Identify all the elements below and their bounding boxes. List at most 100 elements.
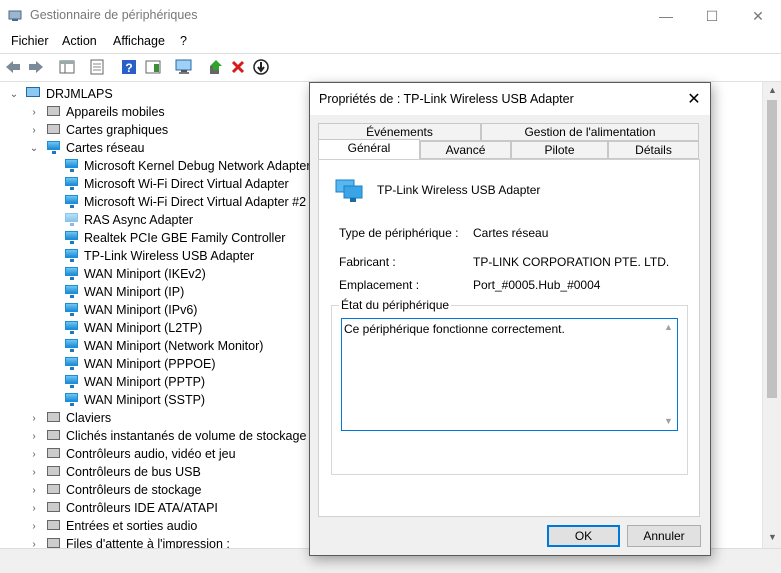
tree-device-item[interactable]: WAN Miniport (L2TP) — [64, 319, 202, 337]
network-adapter-icon — [64, 285, 80, 299]
tree-category-item[interactable]: › Files d'attente à l'impression : — [28, 535, 230, 548]
chevron-down-icon[interactable]: ⌄ — [8, 88, 20, 100]
menu-help[interactable]: ? — [180, 34, 187, 48]
tree-item-label: Contrôleurs de bus USB — [66, 465, 201, 479]
maximize-icon: ☐ — [705, 7, 719, 24]
tree-item-label: Cartes graphiques — [66, 123, 169, 137]
tree-device-item[interactable]: WAN Miniport (IPv6) — [64, 301, 197, 319]
category-icon — [46, 501, 62, 515]
category-icon — [46, 141, 62, 155]
chevron-down-icon[interactable]: ⌄ — [28, 142, 40, 154]
properties-button[interactable] — [88, 58, 106, 76]
category-icon — [46, 465, 62, 479]
menu-action[interactable]: Action — [62, 34, 97, 48]
menu-affichage[interactable]: Affichage — [113, 34, 165, 48]
action-pane-icon — [145, 60, 161, 74]
tree-device-item[interactable]: WAN Miniport (IKEv2) — [64, 265, 206, 283]
minimize-icon: — — [659, 8, 673, 24]
chevron-right-icon[interactable]: › — [28, 106, 40, 118]
tree-item-label: Microsoft Wi-Fi Direct Virtual Adapter — [84, 177, 289, 191]
tab-avance[interactable]: Avancé — [420, 141, 511, 159]
back-button[interactable] — [4, 58, 22, 76]
chevron-right-icon[interactable]: › — [28, 412, 40, 424]
scroll-up-icon[interactable]: ▲ — [768, 85, 777, 95]
menu-bar: Fichier Action Affichage ? — [0, 32, 781, 52]
tree-category-item[interactable]: › Contrôleurs de stockage — [28, 481, 202, 499]
scroll-up-icon[interactable]: ▲ — [664, 322, 673, 332]
uninstall-device-button[interactable] — [229, 58, 247, 76]
network-adapter-icon — [64, 303, 80, 317]
chevron-right-icon[interactable]: › — [28, 448, 40, 460]
tree-category-item[interactable]: › Entrées et sorties audio — [28, 517, 197, 535]
tree-device-item[interactable]: WAN Miniport (IP) — [64, 283, 184, 301]
tab-gestion-alimentation[interactable]: Gestion de l'alimentation — [481, 123, 699, 141]
tree-category-item[interactable]: › Claviers — [28, 409, 111, 427]
dialog-title: Propriétés de : TP-Link Wireless USB Ada… — [319, 92, 574, 106]
network-adapter-icon — [64, 213, 80, 227]
scan-hardware-button[interactable] — [175, 58, 193, 76]
tab-details[interactable]: Détails — [608, 141, 699, 159]
update-driver-button[interactable] — [207, 58, 225, 76]
tree-device-item[interactable]: WAN Miniport (PPPOE) — [64, 355, 216, 373]
chevron-right-icon[interactable]: › — [28, 124, 40, 136]
menu-fichier[interactable]: Fichier — [11, 34, 49, 48]
minimize-button[interactable]: — — [643, 0, 689, 32]
tree-device-item[interactable]: WAN Miniport (PPTP) — [64, 373, 205, 391]
tree-device-item[interactable]: RAS Async Adapter — [64, 211, 193, 229]
chevron-right-icon[interactable]: › — [28, 466, 40, 478]
category-icon — [46, 123, 62, 137]
tree-category-item[interactable]: › Contrôleurs de bus USB — [28, 463, 201, 481]
chevron-right-icon[interactable]: › — [28, 520, 40, 532]
scroll-down-icon[interactable]: ▼ — [768, 532, 777, 542]
scrollbar-thumb[interactable] — [767, 100, 777, 398]
tree-device-item[interactable]: Microsoft Wi-Fi Direct Virtual Adapter #… — [64, 193, 306, 211]
tree-item-label: RAS Async Adapter — [84, 213, 194, 227]
forward-arrow-icon — [29, 61, 43, 73]
tree-device-item[interactable]: Microsoft Kernel Debug Network Adapter — [64, 157, 311, 175]
ok-button[interactable]: OK — [547, 525, 620, 547]
tree-category-item[interactable]: ⌄ Cartes réseau — [28, 139, 145, 157]
chevron-right-icon[interactable]: › — [28, 538, 40, 549]
show-hide-console-tree-button[interactable] — [58, 58, 76, 76]
red-x-icon — [231, 60, 245, 74]
disable-device-button[interactable] — [252, 58, 270, 76]
tree-item-label: Appareils mobiles — [66, 105, 165, 119]
device-status-text: Ce périphérique fonctionne correctement. — [344, 322, 565, 336]
scroll-down-icon[interactable]: ▼ — [664, 416, 673, 426]
tree-device-item[interactable]: Microsoft Wi-Fi Direct Virtual Adapter — [64, 175, 289, 193]
tree-category-item[interactable]: › Clichés instantanés de volume de stocka… — [28, 427, 306, 445]
tree-item-label: Microsoft Kernel Debug Network Adapter — [84, 159, 311, 173]
tree-device-item[interactable]: Realtek PCIe GBE Family Controller — [64, 229, 285, 247]
close-button[interactable]: ✕ — [735, 0, 781, 32]
category-icon — [46, 519, 62, 533]
tree-item-label: WAN Miniport (IPv6) — [84, 303, 198, 317]
tree-item-label: Contrôleurs de stockage — [66, 483, 202, 497]
svg-text:?: ? — [125, 61, 132, 75]
action-pane-button[interactable] — [144, 58, 162, 76]
toolbar: ? — [0, 53, 781, 82]
forward-button[interactable] — [27, 58, 45, 76]
tree-root[interactable]: ⌄ DRJMLAPS — [8, 85, 113, 103]
tree-category-item[interactable]: › Cartes graphiques — [28, 121, 168, 139]
tree-device-item[interactable]: TP-Link Wireless USB Adapter — [64, 247, 254, 265]
chevron-right-icon[interactable]: › — [28, 484, 40, 496]
tree-category-item[interactable]: › Contrôleurs audio, vidéo et jeu — [28, 445, 235, 463]
tree-category-item[interactable]: › Contrôleurs IDE ATA/ATAPI — [28, 499, 218, 517]
device-manager-icon — [8, 10, 22, 21]
tree-device-item[interactable]: WAN Miniport (SSTP) — [64, 391, 205, 409]
device-status-label: État du périphérique — [339, 298, 452, 312]
chevron-right-icon[interactable]: › — [28, 502, 40, 514]
tab-general[interactable]: Général — [318, 139, 420, 159]
chevron-right-icon[interactable]: › — [28, 430, 40, 442]
status-scrollbar[interactable]: ▲ ▼ — [661, 320, 676, 429]
help-button[interactable]: ? — [120, 58, 138, 76]
device-status-textbox[interactable]: Ce périphérique fonctionne correctement.… — [341, 318, 678, 431]
dialog-close-button[interactable]: ✕ — [678, 83, 710, 115]
maximize-button[interactable]: ☐ — [689, 0, 735, 32]
tree-category-item[interactable]: › Appareils mobiles — [28, 103, 165, 121]
vertical-scrollbar[interactable]: ▲ ▼ — [762, 82, 781, 548]
cancel-button[interactable]: Annuler — [627, 525, 701, 547]
tree-device-item[interactable]: WAN Miniport (Network Monitor) — [64, 337, 263, 355]
tab-pilote[interactable]: Pilote — [511, 141, 608, 159]
properties-dialog: Propriétés de : TP-Link Wireless USB Ada… — [309, 82, 711, 556]
